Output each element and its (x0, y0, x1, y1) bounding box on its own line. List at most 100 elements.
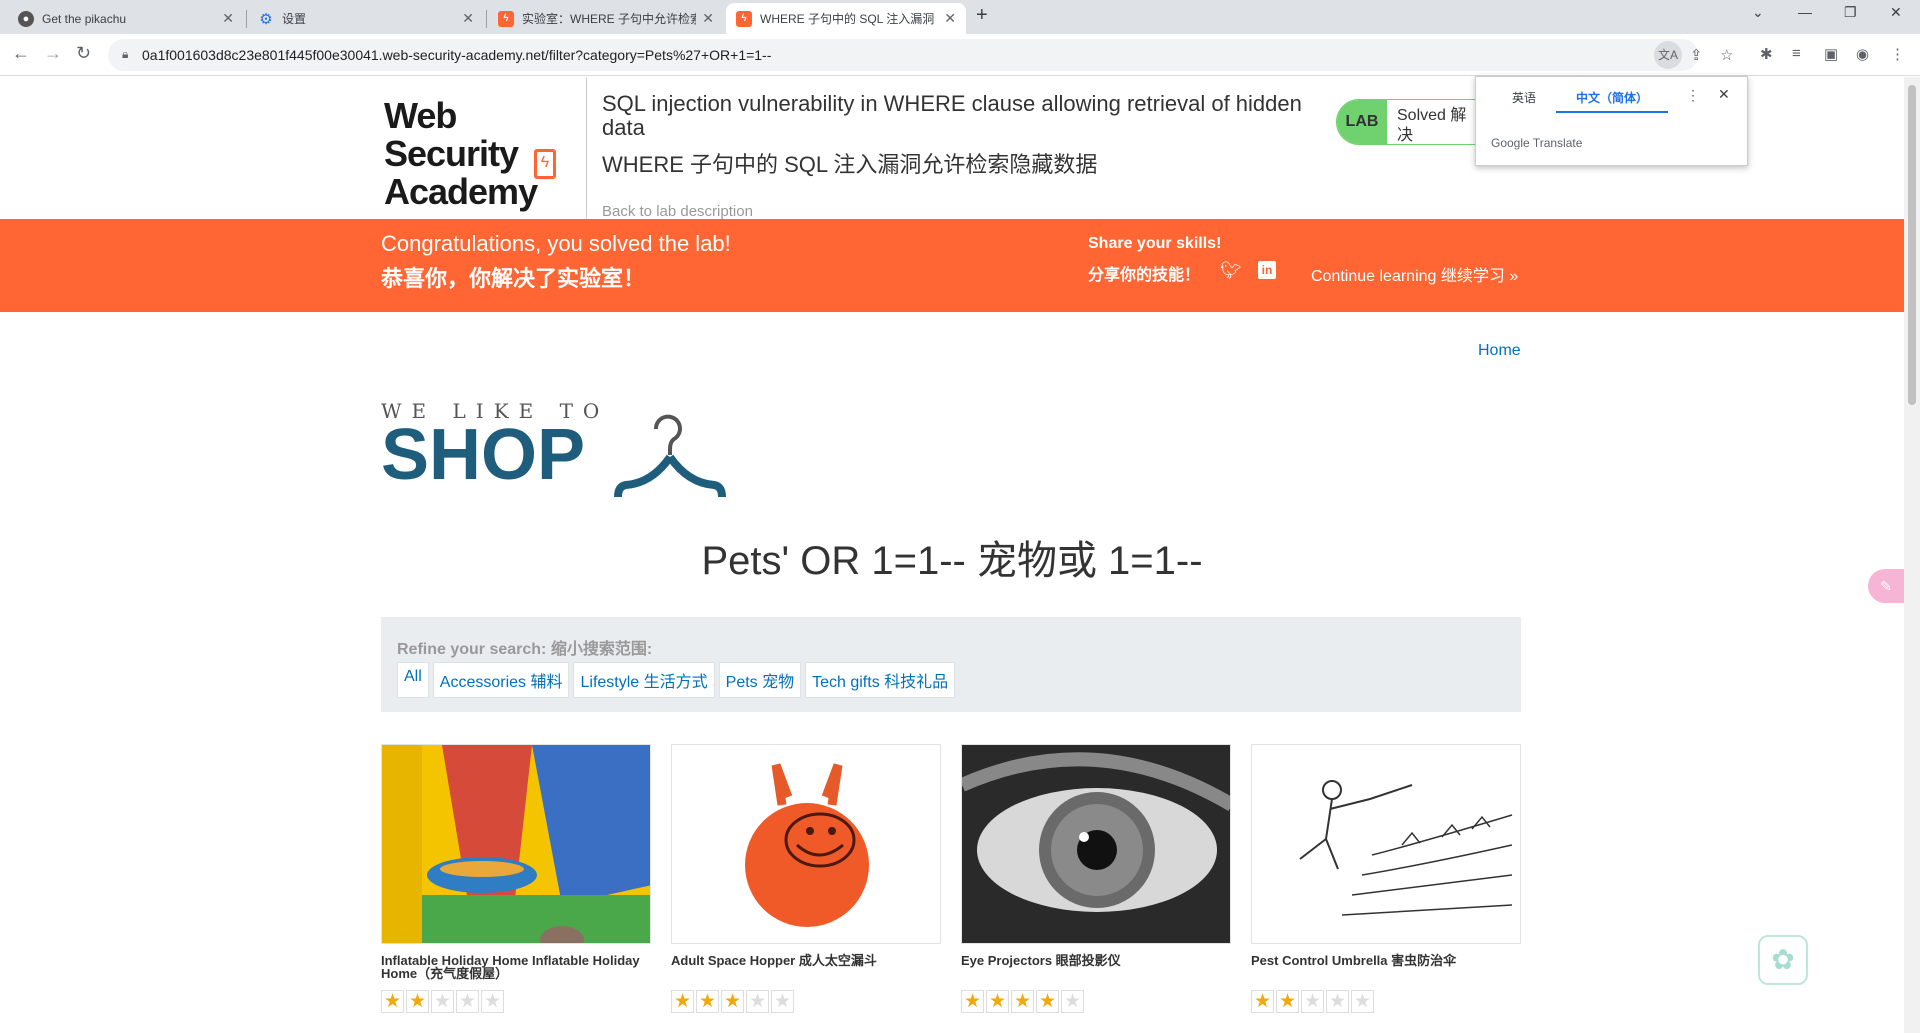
lab-title-en: SQL injection vulnerability in WHERE cla… (602, 91, 1302, 140)
product-rating: ★ ★ ★ ★ ★ (381, 990, 651, 1013)
product-name[interactable]: Pest Control Umbrella 害虫防治伞 (1251, 954, 1521, 986)
star-filled-icon: ★ (721, 990, 744, 1013)
close-tab-icon[interactable]: ✕ (222, 10, 234, 27)
profile-icon[interactable]: ◉ (1856, 45, 1869, 63)
product-card[interactable]: Eye Projectors 眼部投影仪 ★ ★ ★ ★ ★ (961, 744, 1231, 1013)
filter-tech-gifts[interactable]: Tech gifts 科技礼品 (805, 662, 956, 698)
tab-search-icon[interactable]: ⌄ (1752, 4, 1764, 21)
floating-assistant-icon[interactable]: ✿ (1758, 935, 1808, 985)
twitter-icon[interactable]: 🐦︎ (1220, 261, 1242, 281)
tab-separator (246, 10, 247, 28)
star-filled-icon: ★ (1276, 990, 1299, 1013)
linkedin-icon[interactable]: in (1258, 261, 1276, 279)
header-divider (586, 77, 587, 237)
home-link[interactable]: Home (1478, 342, 1521, 360)
scrollbar[interactable] (1904, 77, 1920, 1033)
reading-list-icon[interactable]: ≡ (1792, 45, 1801, 62)
new-tab-icon[interactable]: + (976, 4, 988, 27)
bookmark-star-icon[interactable]: ☆ (1720, 46, 1733, 64)
star-filled-icon: ★ (406, 990, 429, 1013)
menu-icon[interactable]: ⋮ (1890, 45, 1905, 63)
wsa-logo[interactable]: Web Security Academy ϟ (384, 97, 584, 211)
product-card[interactable]: Adult Space Hopper 成人太空漏斗 ★ ★ ★ ★ ★ (671, 744, 941, 1013)
side-panel-icon[interactable]: ▣ (1824, 45, 1838, 63)
product-rating: ★ ★ ★ ★ ★ (671, 990, 941, 1013)
minimize-icon[interactable]: — (1798, 4, 1812, 20)
extensions-icon[interactable]: ✱ (1760, 45, 1773, 63)
product-name[interactable]: Inflatable Holiday Home Inflatable Holid… (381, 954, 651, 986)
star-empty-icon: ★ (1301, 990, 1324, 1013)
star-empty-icon: ★ (771, 990, 794, 1013)
filter-pets[interactable]: Pets 宠物 (718, 662, 802, 698)
translate-target-lang[interactable]: 中文（简体） (1576, 89, 1648, 106)
lab-status-badge: LAB Solved 解决 (1336, 99, 1478, 145)
star-filled-icon: ★ (1251, 990, 1274, 1013)
continue-learning-link[interactable]: Continue learning 继续学习 » (1311, 262, 1518, 286)
address-bar[interactable]: 🔒︎ 0a1f001603d8c23e801f445f00e30041.web-… (108, 39, 1733, 71)
tab-separator (486, 10, 487, 28)
back-icon[interactable]: ← (12, 43, 30, 64)
scrollbar-thumb[interactable] (1908, 85, 1916, 405)
translate-popup: 英语 中文（简体） ⋮ ✕ Google Translate (1475, 76, 1748, 166)
congrats-banner: Congratulations, you solved the lab! 恭喜你… (0, 219, 1904, 312)
translate-icon[interactable]: 文A (1654, 41, 1682, 69)
tab-get-the-pikachu[interactable]: ● Get the pikachu ✕ (8, 3, 244, 34)
congrats-message-en: Congratulations, you solved the lab! (381, 231, 731, 256)
filter-accessories[interactable]: Accessories 辅料 (432, 662, 570, 698)
filter-lifestyle[interactable]: Lifestyle 生活方式 (573, 662, 715, 698)
close-window-icon[interactable]: ✕ (1890, 4, 1902, 21)
product-image-eye[interactable] (961, 744, 1231, 944)
star-filled-icon: ★ (986, 990, 1009, 1013)
star-filled-icon: ★ (961, 990, 984, 1013)
star-empty-icon: ★ (1326, 990, 1349, 1013)
close-tab-icon[interactable]: ✕ (702, 10, 714, 27)
share-skills-zh: 分享你的技能！ (1088, 267, 1201, 284)
share-skills-en: Share your skills! (1088, 235, 1222, 252)
product-image-space-hopper[interactable] (671, 744, 941, 944)
star-filled-icon: ★ (1011, 990, 1034, 1013)
product-image-umbrella[interactable] (1251, 744, 1521, 944)
wsa-icon: ϟ (498, 10, 514, 27)
product-card[interactable]: Pest Control Umbrella 害虫防治伞 ★ ★ ★ ★ ★ (1251, 744, 1521, 1013)
page-heading: Pets' OR 1=1-- 宠物或 1=1-- (701, 539, 1203, 583)
product-card[interactable]: Inflatable Holiday Home Inflatable Holid… (381, 744, 651, 1013)
restore-icon[interactable]: ❐ (1844, 4, 1857, 21)
star-empty-icon: ★ (456, 990, 479, 1013)
translate-source-lang[interactable]: 英语 (1512, 89, 1536, 106)
google-translate-brand: Google Translate (1491, 136, 1583, 150)
share-icon[interactable]: ⇪ (1690, 46, 1703, 64)
forward-icon[interactable]: → (44, 43, 62, 64)
refine-search-panel: Refine your search: 缩小搜索范围: All Accessor… (381, 617, 1521, 712)
reload-icon[interactable]: ↻ (76, 43, 91, 64)
product-rating: ★ ★ ★ ★ ★ (961, 990, 1231, 1013)
tab-lab-description[interactable]: ϟ 实验室：WHERE 子句中允许检索 ✕ (488, 3, 724, 34)
star-filled-icon: ★ (671, 990, 694, 1013)
star-empty-icon: ★ (1061, 990, 1084, 1013)
close-tab-icon[interactable]: ✕ (944, 10, 956, 27)
translate-float-icon[interactable]: ✎ (1868, 569, 1904, 603)
translate-options-icon[interactable]: ⋮ (1686, 87, 1700, 104)
hanger-icon (614, 414, 726, 497)
filter-all[interactable]: All (397, 662, 429, 698)
lightning-icon: ϟ (534, 149, 556, 179)
product-name[interactable]: Adult Space Hopper 成人太空漏斗 (671, 954, 941, 986)
close-icon[interactable]: ✕ (1718, 86, 1730, 103)
close-tab-icon[interactable]: ✕ (462, 10, 474, 27)
refine-label: Refine your search: 缩小搜索范围: (397, 641, 653, 658)
product-grid: Inflatable Holiday Home Inflatable Holid… (381, 744, 1521, 1013)
github-icon: ● (18, 10, 34, 27)
tab-title: 实验室：WHERE 子句中允许检索 (522, 12, 697, 26)
tab-lab-active[interactable]: ϟ WHERE 子句中的 SQL 注入漏洞 ✕ (726, 3, 966, 34)
product-name[interactable]: Eye Projectors 眼部投影仪 (961, 954, 1231, 986)
lock-icon[interactable]: 🔒︎ (122, 47, 128, 62)
wsa-icon: ϟ (736, 10, 752, 27)
lab-state: Solved 解决 (1397, 107, 1467, 144)
gear-icon: ⚙ (259, 10, 273, 28)
back-to-lab-link[interactable]: Back to lab description (602, 203, 753, 220)
url-text[interactable]: 0a1f001603d8c23e801f445f00e30041.web-sec… (142, 47, 771, 63)
tab-strip: ● Get the pikachu ✕ ⚙ 设置 ✕ ϟ 实验室：WHERE 子… (0, 0, 1920, 34)
star-empty-icon: ★ (481, 990, 504, 1013)
product-image-inflatable[interactable] (381, 744, 651, 944)
tab-title: Get the pikachu (42, 11, 127, 26)
tab-settings[interactable]: ⚙ 设置 ✕ (248, 3, 484, 34)
